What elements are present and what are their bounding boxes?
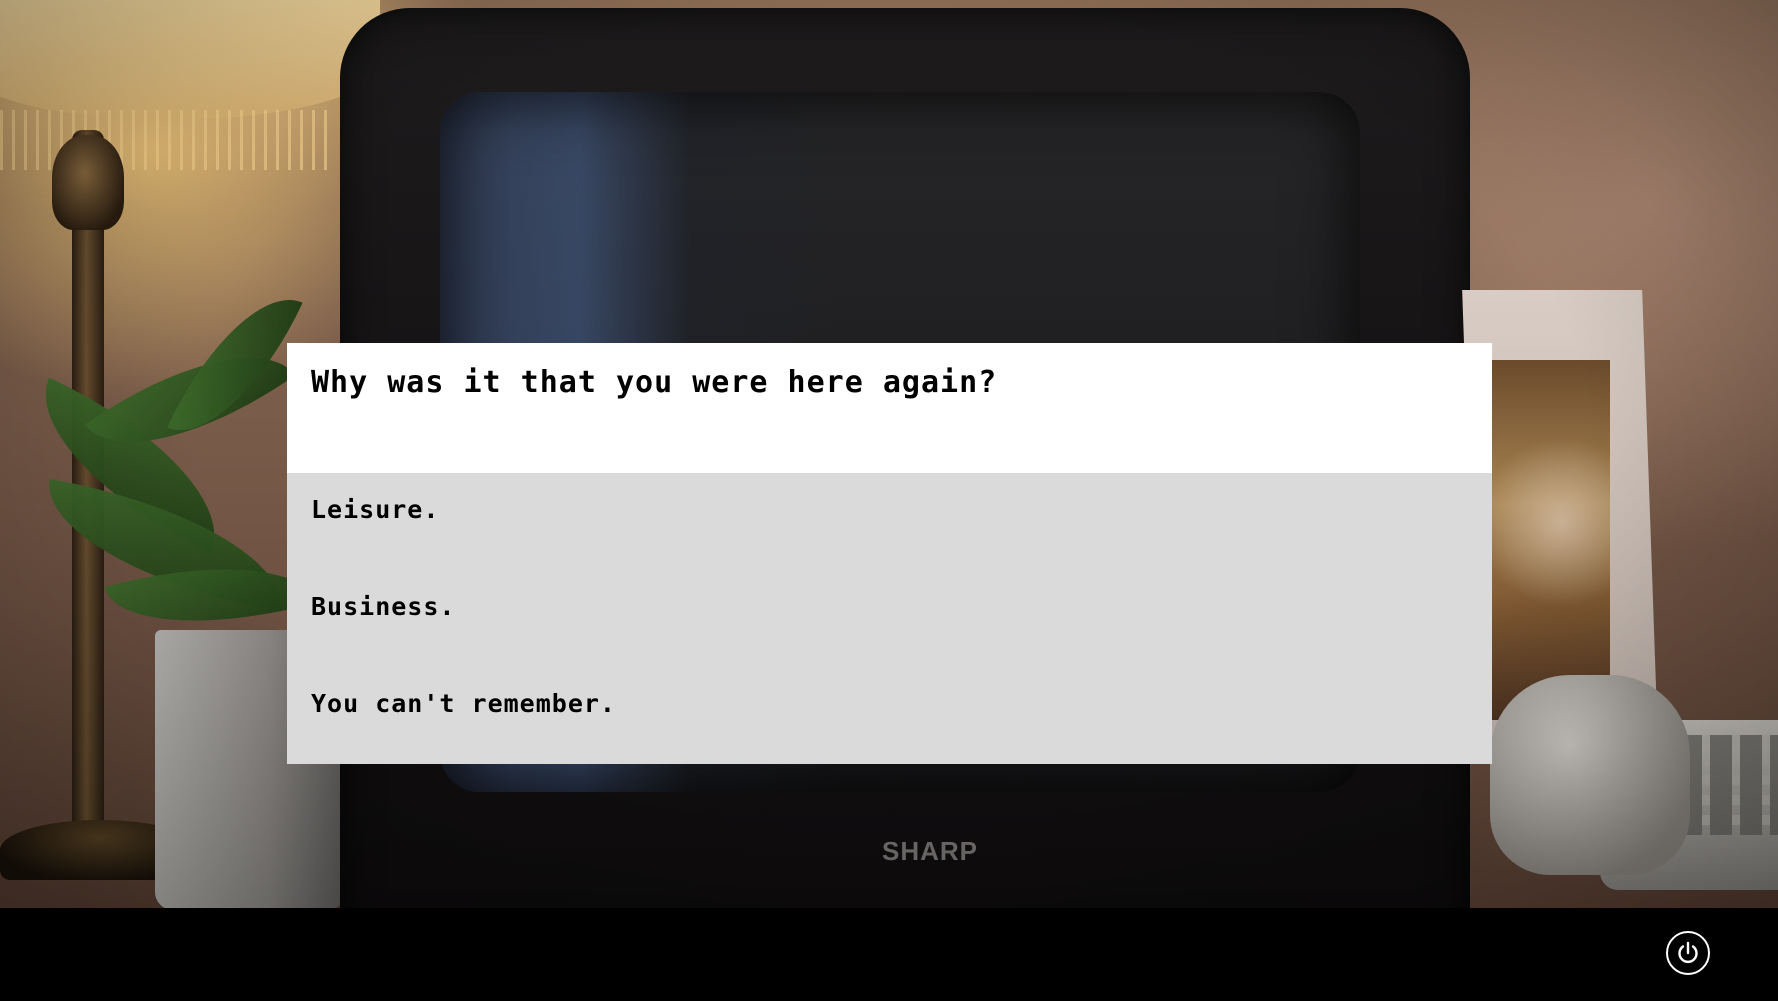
lamp-fringe: [0, 110, 330, 170]
power-button[interactable]: [1666, 931, 1710, 975]
prompt-text: Why was it that you were here again?: [311, 365, 998, 400]
tv-brand-logo: SHARP: [881, 836, 978, 866]
game-screen: SHARP Why was it that you were here agai…: [0, 0, 1778, 1001]
choice-business[interactable]: Business.: [287, 590, 1492, 687]
choice-cant-remember[interactable]: You can't remember.: [287, 687, 1492, 784]
dialogue-box: Why was it that you were here again? Lei…: [287, 343, 1492, 764]
bottom-bar: [0, 908, 1778, 1001]
lamp-ornament: [52, 135, 124, 230]
choice-leisure[interactable]: Leisure.: [287, 493, 1492, 590]
choice-label: You can't remember.: [311, 689, 616, 718]
choice-label: Leisure.: [311, 495, 440, 524]
telephone-handset: [1490, 675, 1690, 875]
prompt-panel: Why was it that you were here again?: [287, 343, 1492, 473]
choice-label: Business.: [311, 592, 456, 621]
choices-panel: Leisure. Business. You can't remember.: [287, 473, 1492, 764]
power-icon: [1678, 941, 1698, 964]
lamp-shade: [0, 0, 380, 120]
picture-art: [1490, 360, 1610, 720]
